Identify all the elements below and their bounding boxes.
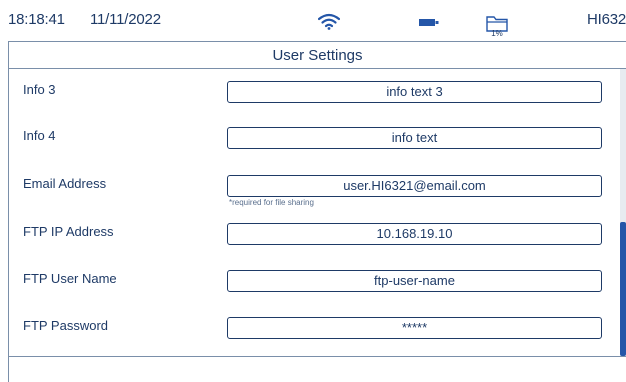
setting-row-ftp-password: FTP Password ***** [9,305,621,345]
footer-bar [8,356,626,382]
scrollbar-thumb[interactable] [620,222,626,356]
info-3-field[interactable]: info text 3 [227,81,602,103]
ftp-ip-field[interactable]: 10.168.19.10 [227,223,602,245]
status-time: 18:18:41 [8,11,65,28]
setting-row-info-4: Info 4 info text [9,115,621,155]
email-note: *required for file sharing [229,198,314,207]
page-title: User Settings [272,47,363,64]
info-3-label: Info 3 [23,82,56,97]
setting-row-ftp-ip: FTP IP Address 10.168.19.10 [9,211,621,251]
info-4-field[interactable]: info text [227,127,602,149]
battery-icon [419,19,439,26]
setting-row-info-3: Info 3 info text 3 [9,69,621,109]
setting-row-email: Email Address user.HI6321@email.com *req… [9,163,621,207]
status-date: 11/11/2022 [90,11,161,28]
ftp-password-field[interactable]: ***** [227,317,602,339]
info-4-label: Info 4 [23,128,56,143]
ftp-ip-label: FTP IP Address [23,224,114,239]
settings-list: Info 3 info text 3 Info 4 info text Emai… [8,69,626,356]
ftp-password-label: FTP Password [23,318,109,333]
storage-percent: 1% [491,29,503,38]
ftp-user-field[interactable]: ftp-user-name [227,270,602,292]
ftp-user-label: FTP User Name [23,271,117,286]
device-id: HI6321 [587,11,626,28]
email-field[interactable]: user.HI6321@email.com [227,175,602,197]
title-bar: User Settings [8,41,626,69]
status-bar: 18:18:41 11/11/2022 1% HI6321 [0,0,626,41]
setting-row-ftp-user: FTP User Name ftp-user-name [9,258,621,298]
email-label: Email Address [23,176,107,191]
wifi-icon [318,13,340,30]
